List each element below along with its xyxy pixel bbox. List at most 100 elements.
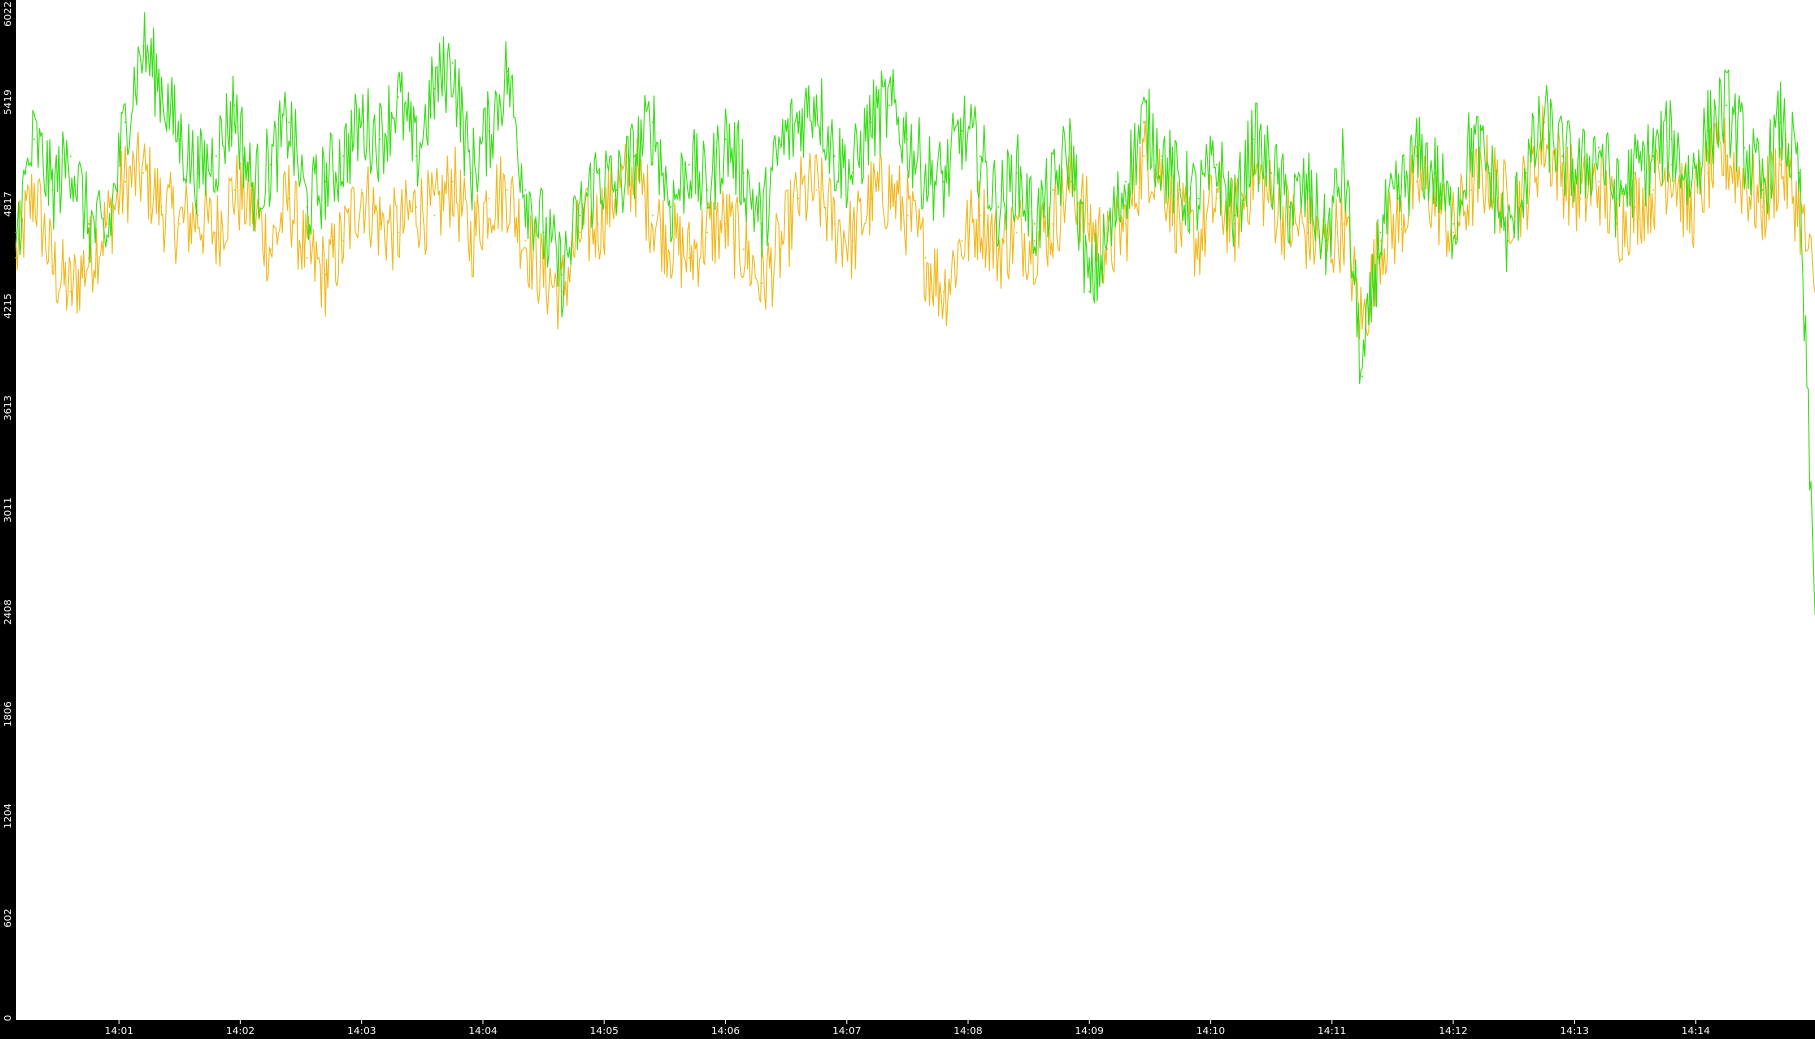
series-0-point	[1288, 206, 1291, 208]
series-0-point	[1798, 172, 1800, 174]
y-tick-label: 602	[3, 908, 14, 927]
series-1-point	[997, 248, 1000, 251]
series-0-point	[1070, 146, 1072, 149]
series-0-point	[160, 87, 163, 90]
plot-background	[16, 0, 1815, 1020]
y-tick-label: 3613	[3, 395, 14, 420]
series-1-point	[870, 197, 872, 200]
series-0-point	[961, 129, 963, 132]
series-0-point	[1452, 223, 1454, 225]
series-1-point	[597, 223, 599, 225]
series-0-point	[852, 172, 854, 174]
series-1-point	[1088, 223, 1091, 225]
series-1-point	[379, 223, 381, 225]
series-0-point	[470, 172, 472, 174]
series-0-point	[1434, 172, 1436, 174]
series-1-point	[888, 189, 891, 191]
series-0-point	[651, 121, 654, 124]
series-1-point	[33, 189, 35, 191]
series-1-point	[761, 282, 763, 285]
series-0-point	[1397, 197, 1400, 200]
series-1-point	[288, 197, 290, 200]
series-0-point	[415, 155, 418, 157]
series-1-point	[1215, 197, 1218, 200]
series-0-point	[233, 104, 236, 107]
series-0-point	[197, 172, 199, 174]
x-axis: 14:01 14:02 14:03 14:04 14:05 14:06 14:07 14:08…	[105, 1020, 1710, 1037]
series-0-point	[33, 138, 35, 141]
series-1-point	[1343, 223, 1345, 225]
series-1-point	[1015, 231, 1018, 234]
series-0-point	[633, 155, 636, 157]
x-tick-label: 14:13	[1560, 1026, 1589, 1037]
series-0-point	[1616, 197, 1618, 200]
series-0-point	[1506, 240, 1509, 242]
series-1-point	[488, 197, 490, 200]
series-0-point	[1124, 180, 1127, 183]
series-0-point	[742, 172, 745, 174]
series-0-point	[87, 223, 90, 225]
series-0-point	[1743, 146, 1746, 149]
series-0-point	[306, 206, 308, 208]
series-0-point	[1688, 180, 1691, 183]
series-0-point	[997, 206, 1000, 208]
series-1-point	[1616, 223, 1618, 225]
series-1-point	[524, 240, 527, 242]
series-0-point	[670, 206, 672, 208]
series-1-point	[924, 256, 927, 259]
series-1-point	[1397, 223, 1400, 225]
series-1-point	[1597, 180, 1600, 183]
series-1-point	[106, 223, 108, 225]
series-0-point	[324, 180, 327, 183]
series-1-point	[1579, 197, 1582, 200]
series-0-point	[1033, 223, 1036, 225]
series-1-point	[797, 197, 800, 200]
series-1-point	[1179, 223, 1182, 225]
series-1-point	[1415, 180, 1418, 183]
series-0-point	[15, 231, 17, 234]
series-0-point	[342, 155, 345, 157]
series-1-point	[1306, 231, 1309, 234]
series-1-point	[1561, 172, 1564, 174]
x-tick-label: 14:11	[1317, 1026, 1346, 1037]
y-tick-label: 2408	[3, 599, 14, 624]
series-1-point	[1379, 240, 1382, 242]
x-tick-label: 14:08	[954, 1026, 983, 1037]
y-tick-label: 3011	[3, 497, 14, 522]
series-1-point	[87, 256, 90, 259]
series-0-point	[1561, 155, 1564, 157]
series-0-point	[1052, 189, 1054, 191]
series-1-point	[1033, 240, 1036, 242]
series-0-point	[579, 214, 581, 217]
y-tick-label: 5419	[3, 89, 14, 114]
series-0-point	[688, 163, 690, 166]
series-1-point	[742, 248, 745, 251]
series-1-point	[197, 214, 199, 217]
y-tick-label: 1806	[3, 701, 14, 726]
series-0-point	[888, 104, 891, 107]
series-1-point	[1798, 206, 1800, 208]
x-tick-label: 14:09	[1075, 1026, 1104, 1037]
series-1-point	[779, 248, 781, 251]
series-1-point	[688, 256, 690, 259]
series-0-point	[106, 240, 108, 242]
series-1-point	[51, 265, 54, 268]
series-0-point	[1106, 240, 1109, 242]
series-1-point	[1052, 223, 1054, 225]
series-0-point	[1306, 189, 1309, 191]
line-chart: 0 602 1204 1806 2408 3011 3613 4215 4817 5419 6022…	[0, 0, 1815, 1039]
series-0-point	[1161, 155, 1163, 157]
series-1-point	[69, 290, 72, 293]
series-0-point	[542, 231, 545, 234]
series-0-point	[1634, 172, 1636, 174]
series-1-point	[1452, 231, 1454, 234]
series-0-point	[215, 155, 217, 157]
series-0-point	[1761, 189, 1764, 191]
series-1-point	[979, 214, 981, 217]
series-1-point	[579, 231, 581, 234]
y-tick-label: 4817	[3, 191, 14, 216]
series-1-point	[1361, 324, 1364, 327]
series-1-point	[1652, 189, 1655, 191]
y-axis: 0 602 1204 1806 2408 3011 3613 4215 4817 5419 6022	[3, 1, 14, 1021]
series-0-point	[1179, 189, 1182, 191]
